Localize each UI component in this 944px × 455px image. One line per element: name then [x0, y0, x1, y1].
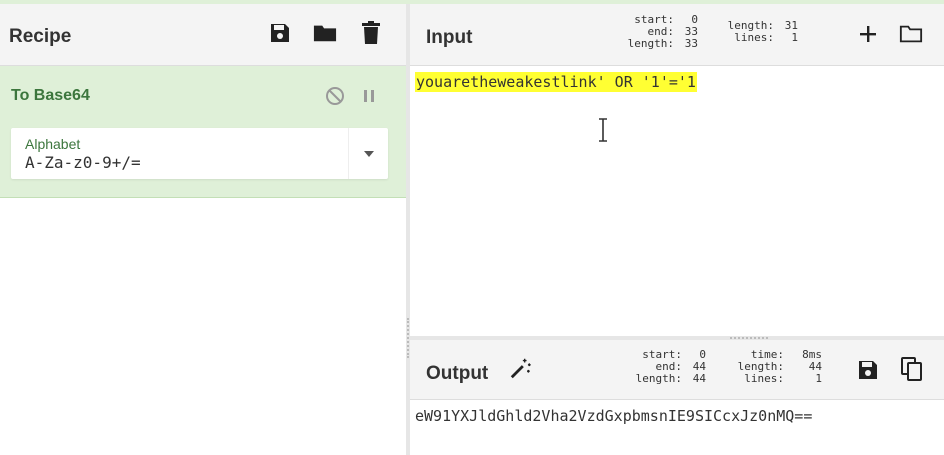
- input-text-area[interactable]: youaretheweakestlink' OR '1'='1: [410, 66, 944, 336]
- stat-length-label: length:: [635, 372, 682, 385]
- vertical-resize-grip[interactable]: [407, 318, 409, 358]
- stat-lines: 1: [791, 31, 798, 44]
- magic-wand-icon[interactable]: [509, 355, 533, 381]
- output-header: Output start: 0 end: 44 length: 44 time: 8ms…: [410, 340, 944, 400]
- output-text-area[interactable]: eW91YXJldGhld2Vha2VzdGxpbmsnIE9SICcxJz0n…: [410, 400, 944, 455]
- recipe-title: Recipe: [9, 26, 72, 47]
- stat-lines-label: lines:: [734, 31, 774, 44]
- stat-length-selection: 44: [692, 372, 706, 385]
- alphabet-label: Alphabet: [25, 136, 81, 152]
- save-icon[interactable]: [268, 20, 292, 46]
- text-cursor-icon: [599, 118, 607, 142]
- alphabet-value[interactable]: A-Za-z0-9+/=: [25, 153, 141, 172]
- plus-icon[interactable]: [856, 21, 880, 47]
- recipe-panel: Recipe To Base64 Alphabet A-Za-z0-9+/=: [0, 4, 406, 455]
- open-folder-icon[interactable]: [899, 21, 923, 47]
- disable-icon[interactable]: [325, 86, 345, 106]
- input-title: Input: [426, 27, 473, 48]
- operation-name: To Base64: [11, 87, 90, 104]
- input-header: Input start: 0 end: 33 length: 33 length: 31…: [410, 4, 944, 66]
- output-selection-stats: start: 0 end: 44 length: 44: [632, 349, 706, 385]
- input-selection-stats: start: 0 end: 33 length: 33: [622, 14, 698, 50]
- trash-icon[interactable]: [359, 20, 383, 46]
- recipe-header: Recipe: [0, 4, 406, 66]
- horizontal-resize-grip[interactable]: [730, 337, 768, 339]
- copy-icon[interactable]: [900, 356, 924, 382]
- input-text-stats: length: 31 lines: 1: [722, 20, 798, 44]
- caret-down-icon[interactable]: [348, 128, 388, 179]
- stat-lines-label: lines:: [744, 372, 784, 385]
- output-title: Output: [426, 363, 489, 384]
- stat-length-selection: 33: [684, 37, 698, 50]
- folder-icon[interactable]: [313, 20, 337, 46]
- output-text[interactable]: eW91YXJldGhld2Vha2VzdGxpbmsnIE9SICcxJz0n…: [415, 406, 812, 426]
- alphabet-dropdown[interactable]: Alphabet A-Za-z0-9+/=: [11, 128, 388, 179]
- stat-lines: 1: [815, 372, 822, 385]
- input-text[interactable]: youaretheweakestlink' OR '1'='1: [415, 72, 697, 92]
- stat-length-label: length:: [627, 37, 674, 50]
- output-text-stats: time: 8ms length: 44 lines: 1: [732, 349, 822, 385]
- pause-icon[interactable]: [359, 86, 379, 106]
- save-icon[interactable]: [856, 357, 880, 383]
- operation-to-base64[interactable]: To Base64 Alphabet A-Za-z0-9+/=: [0, 66, 406, 198]
